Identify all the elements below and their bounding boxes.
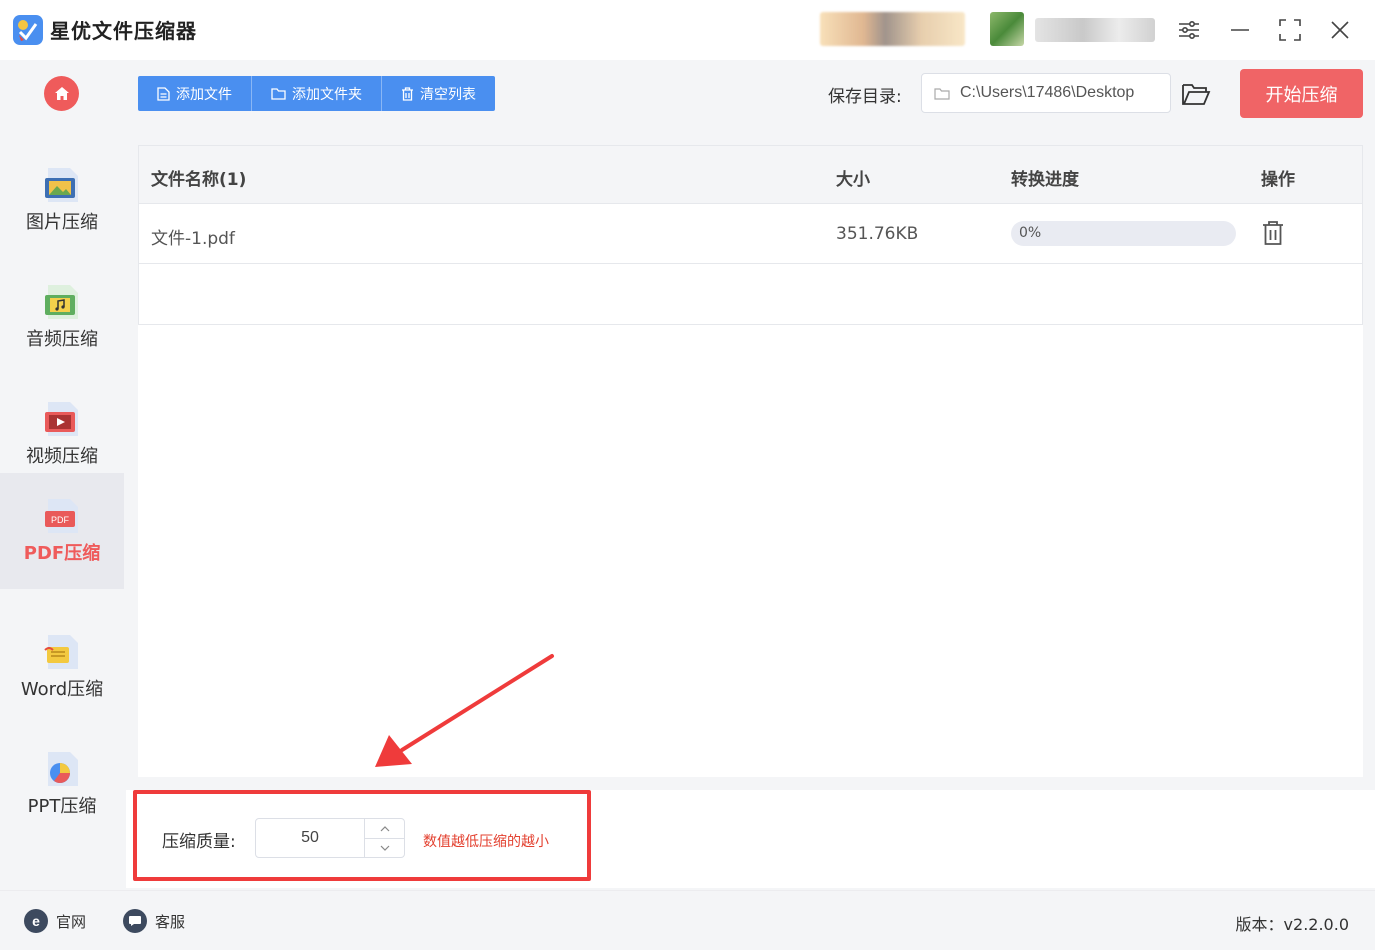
progress-bar: 0% <box>1011 221 1236 246</box>
file-icon <box>157 86 170 101</box>
app-title: 星优文件压缩器 <box>50 19 197 43</box>
save-dir-value: C:\Users\17486\Desktop <box>960 84 1135 101</box>
trash-icon <box>402 86 413 101</box>
add-folder-label: 添加文件夹 <box>292 86 362 103</box>
website-link[interactable]: e 官网 <box>24 909 86 933</box>
username-blurred <box>1035 18 1155 42</box>
add-file-label: 添加文件 <box>176 86 232 103</box>
sidebar: 图片压缩 音频压缩 视频压缩 PDF PDF压缩 Word压缩 PPT压缩 <box>0 60 124 890</box>
header-size: 大小 <box>836 170 870 190</box>
svg-text:e: e <box>32 914 40 928</box>
website-label: 官网 <box>56 912 87 931</box>
delete-icon[interactable] <box>1261 220 1285 246</box>
image-file-icon <box>44 166 80 204</box>
chat-icon <box>123 909 147 933</box>
home-icon <box>54 87 69 100</box>
word-file-icon <box>44 633 80 671</box>
header-name: 文件名称(1) <box>151 170 247 190</box>
ie-icon: e <box>24 909 48 933</box>
version-text: 版本：v2.2.0.0 <box>1235 915 1349 934</box>
pdf-file-icon: PDF <box>44 497 80 535</box>
header-action: 操作 <box>1261 170 1295 190</box>
sidebar-item-ppt[interactable]: PPT压缩 <box>0 726 124 842</box>
file-list-panel: 文件名称(1) 大小 转换进度 操作 文件-1.pdf 351.76KB 0% <box>138 145 1363 777</box>
close-icon[interactable] <box>1324 14 1356 46</box>
support-label: 客服 <box>155 912 186 931</box>
add-folder-button[interactable]: 添加文件夹 <box>252 76 382 111</box>
file-toolbar: 添加文件 添加文件夹 清空列表 <box>138 76 495 111</box>
minimize-icon[interactable] <box>1224 14 1256 46</box>
sidebar-item-word[interactable]: Word压缩 <box>0 609 124 725</box>
clear-list-label: 清空列表 <box>420 86 476 103</box>
file-table: 文件名称(1) 大小 转换进度 操作 文件-1.pdf 351.76KB 0% <box>138 145 1363 325</box>
footer: e 官网 客服 版本：v2.2.0.0 <box>0 890 1375 950</box>
table-header: 文件名称(1) 大小 转换进度 操作 <box>139 146 1362 204</box>
svg-text:PDF: PDF <box>51 515 70 525</box>
add-file-button[interactable]: 添加文件 <box>138 76 252 111</box>
sidebar-item-audio[interactable]: 音频压缩 <box>0 259 124 375</box>
sidebar-item-label: 音频压缩 <box>26 329 98 350</box>
sidebar-item-label: PPT压缩 <box>27 796 97 817</box>
settings-sliders-icon[interactable] <box>1173 14 1205 46</box>
home-button[interactable] <box>44 76 79 111</box>
video-file-icon <box>44 400 80 438</box>
avatar <box>990 12 1024 46</box>
open-folder-icon[interactable] <box>1181 80 1211 108</box>
maximize-icon[interactable] <box>1274 14 1306 46</box>
start-compress-button[interactable]: 开始压缩 <box>1240 69 1363 118</box>
sidebar-item-pdf[interactable]: PDF PDF压缩 <box>0 473 124 589</box>
save-dir-label: 保存目录: <box>828 87 902 107</box>
table-row[interactable]: 文件-1.pdf 351.76KB 0% <box>139 204 1362 264</box>
user-info-blurred <box>820 12 965 46</box>
app-logo-icon <box>12 14 44 46</box>
support-link[interactable]: 客服 <box>123 909 185 933</box>
clear-list-button[interactable]: 清空列表 <box>382 76 495 111</box>
folder-icon <box>271 88 286 100</box>
sidebar-item-label: PDF压缩 <box>23 543 101 564</box>
file-size: 351.76KB <box>836 224 919 244</box>
highlight-box <box>133 790 591 881</box>
title-bar: 星优文件压缩器 <box>0 0 1375 60</box>
file-name: 文件-1.pdf <box>151 229 235 249</box>
ppt-file-icon <box>44 750 80 788</box>
header-progress: 转换进度 <box>1011 170 1079 190</box>
sidebar-item-label: 图片压缩 <box>26 212 98 233</box>
sidebar-item-label: Word压缩 <box>20 679 104 700</box>
sidebar-item-image[interactable]: 图片压缩 <box>0 142 124 258</box>
sidebar-item-label: 视频压缩 <box>26 446 98 467</box>
folder-icon <box>934 87 950 100</box>
save-dir-input[interactable]: C:\Users\17486\Desktop <box>921 73 1171 113</box>
progress-text: 0% <box>1019 225 1042 241</box>
audio-file-icon <box>44 283 80 321</box>
